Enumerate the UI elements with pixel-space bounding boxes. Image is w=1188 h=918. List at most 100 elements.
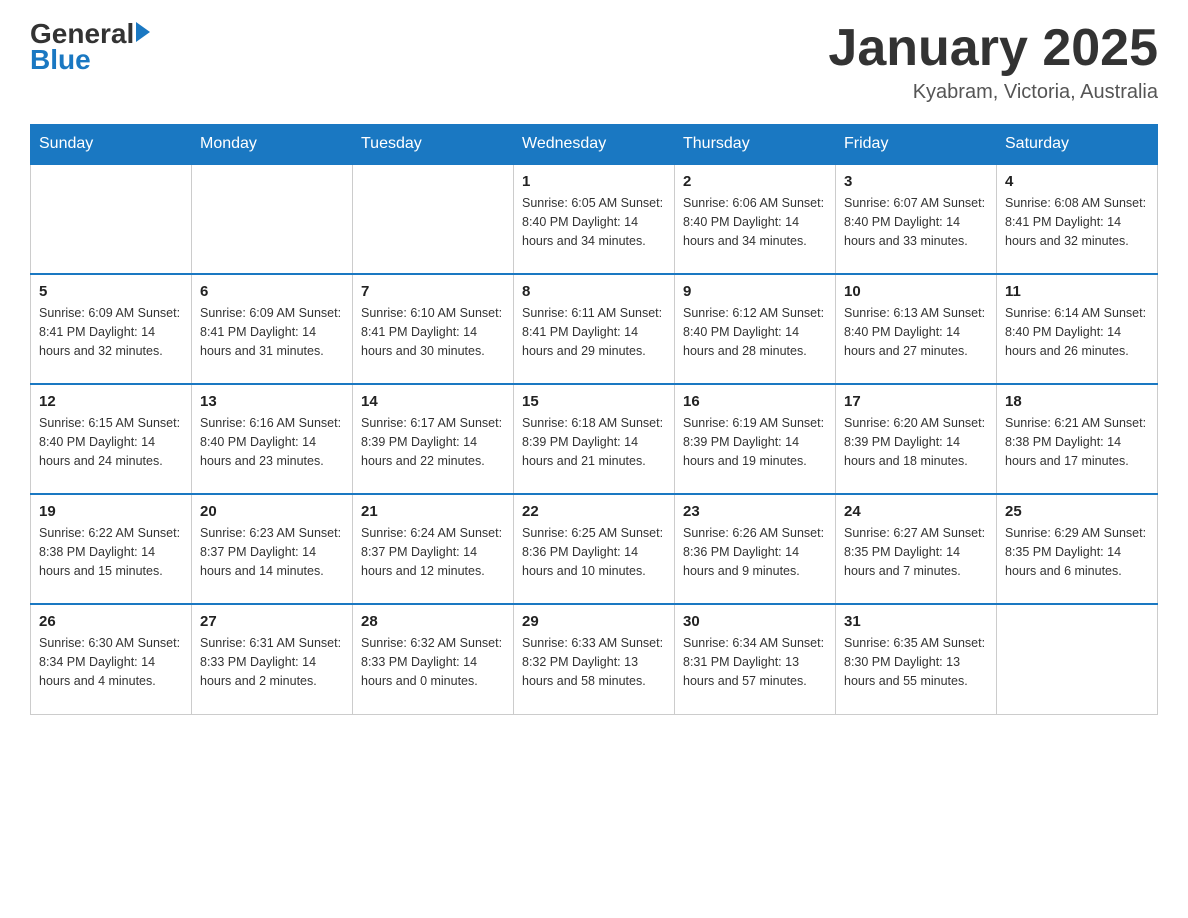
day-info: Sunrise: 6:18 AM Sunset: 8:39 PM Dayligh… [522, 414, 666, 470]
calendar-cell: 26 Sunrise: 6:30 AM Sunset: 8:34 PM Dayli… [31, 604, 192, 714]
day-info: Sunrise: 6:11 AM Sunset: 8:41 PM Dayligh… [522, 304, 666, 360]
day-number: 15 [522, 393, 666, 410]
page-header: General Blue January 2025 Kyabram, Victo… [30, 20, 1158, 104]
day-info: Sunrise: 6:23 AM Sunset: 8:37 PM Dayligh… [200, 524, 344, 580]
col-header-monday: Monday [192, 125, 353, 165]
title-section: January 2025 Kyabram, Victoria, Australi… [828, 20, 1158, 104]
day-number: 20 [200, 503, 344, 520]
day-number: 21 [361, 503, 505, 520]
day-number: 26 [39, 613, 183, 630]
day-number: 10 [844, 283, 988, 300]
day-number: 2 [683, 173, 827, 190]
day-info: Sunrise: 6:07 AM Sunset: 8:40 PM Dayligh… [844, 194, 988, 250]
day-number: 24 [844, 503, 988, 520]
week-row-4: 19 Sunrise: 6:22 AM Sunset: 8:38 PM Dayli… [31, 494, 1158, 604]
day-info: Sunrise: 6:22 AM Sunset: 8:38 PM Dayligh… [39, 524, 183, 580]
calendar-cell: 7 Sunrise: 6:10 AM Sunset: 8:41 PM Daylig… [353, 274, 514, 384]
col-header-saturday: Saturday [997, 125, 1158, 165]
logo-blue-text: Blue [30, 44, 91, 76]
calendar-cell: 4Sunrise: 6:08 AM Sunset: 8:41 PM Daylig… [997, 164, 1158, 274]
day-number: 4 [1005, 173, 1149, 190]
col-header-wednesday: Wednesday [514, 125, 675, 165]
calendar-cell: 19 Sunrise: 6:22 AM Sunset: 8:38 PM Dayli… [31, 494, 192, 604]
day-info: Sunrise: 6:33 AM Sunset: 8:32 PM Dayligh… [522, 634, 666, 690]
day-info: Sunrise: 6:31 AM Sunset: 8:33 PM Dayligh… [200, 634, 344, 690]
day-info: Sunrise: 6:27 AM Sunset: 8:35 PM Dayligh… [844, 524, 988, 580]
col-header-friday: Friday [836, 125, 997, 165]
month-title: January 2025 [828, 20, 1158, 77]
day-info: Sunrise: 6:10 AM Sunset: 8:41 PM Dayligh… [361, 304, 505, 360]
day-number: 6 [200, 283, 344, 300]
day-number: 13 [200, 393, 344, 410]
day-number: 23 [683, 503, 827, 520]
day-number: 29 [522, 613, 666, 630]
day-number: 3 [844, 173, 988, 190]
day-info: Sunrise: 6:12 AM Sunset: 8:40 PM Dayligh… [683, 304, 827, 360]
logo-arrow-icon [136, 22, 150, 42]
calendar-cell: 9Sunrise: 6:12 AM Sunset: 8:40 PM Daylig… [675, 274, 836, 384]
day-number: 30 [683, 613, 827, 630]
calendar-cell: 5 Sunrise: 6:09 AM Sunset: 8:41 PM Daylig… [31, 274, 192, 384]
calendar-cell: 31 Sunrise: 6:35 AM Sunset: 8:30 PM Dayli… [836, 604, 997, 714]
day-info: Sunrise: 6:30 AM Sunset: 8:34 PM Dayligh… [39, 634, 183, 690]
week-row-1: 1Sunrise: 6:05 AM Sunset: 8:40 PM Daylig… [31, 164, 1158, 274]
calendar-cell: 20 Sunrise: 6:23 AM Sunset: 8:37 PM Dayli… [192, 494, 353, 604]
calendar-cell: 17 Sunrise: 6:20 AM Sunset: 8:39 PM Dayli… [836, 384, 997, 494]
week-row-5: 26 Sunrise: 6:30 AM Sunset: 8:34 PM Dayli… [31, 604, 1158, 714]
col-header-sunday: Sunday [31, 125, 192, 165]
day-info: Sunrise: 6:09 AM Sunset: 8:41 PM Dayligh… [39, 304, 183, 360]
day-number: 22 [522, 503, 666, 520]
col-header-tuesday: Tuesday [353, 125, 514, 165]
day-info: Sunrise: 6:21 AM Sunset: 8:38 PM Dayligh… [1005, 414, 1149, 470]
day-info: Sunrise: 6:13 AM Sunset: 8:40 PM Dayligh… [844, 304, 988, 360]
calendar-cell: 23Sunrise: 6:26 AM Sunset: 8:36 PM Dayli… [675, 494, 836, 604]
day-info: Sunrise: 6:34 AM Sunset: 8:31 PM Dayligh… [683, 634, 827, 690]
day-number: 14 [361, 393, 505, 410]
calendar-cell [31, 164, 192, 274]
day-info: Sunrise: 6:32 AM Sunset: 8:33 PM Dayligh… [361, 634, 505, 690]
calendar-cell: 27 Sunrise: 6:31 AM Sunset: 8:33 PM Dayli… [192, 604, 353, 714]
day-number: 31 [844, 613, 988, 630]
calendar-cell [192, 164, 353, 274]
day-info: Sunrise: 6:05 AM Sunset: 8:40 PM Dayligh… [522, 194, 666, 250]
calendar-cell [997, 604, 1158, 714]
calendar-cell: 11Sunrise: 6:14 AM Sunset: 8:40 PM Dayli… [997, 274, 1158, 384]
calendar-cell: 12Sunrise: 6:15 AM Sunset: 8:40 PM Dayli… [31, 384, 192, 494]
calendar-cell: 22 Sunrise: 6:25 AM Sunset: 8:36 PM Dayli… [514, 494, 675, 604]
calendar-cell: 13 Sunrise: 6:16 AM Sunset: 8:40 PM Dayli… [192, 384, 353, 494]
calendar-cell: 16Sunrise: 6:19 AM Sunset: 8:39 PM Dayli… [675, 384, 836, 494]
day-number: 18 [1005, 393, 1149, 410]
week-row-2: 5 Sunrise: 6:09 AM Sunset: 8:41 PM Daylig… [31, 274, 1158, 384]
day-number: 7 [361, 283, 505, 300]
day-info: Sunrise: 6:09 AM Sunset: 8:41 PM Dayligh… [200, 304, 344, 360]
calendar-cell: 3 Sunrise: 6:07 AM Sunset: 8:40 PM Daylig… [836, 164, 997, 274]
calendar-cell: 25 Sunrise: 6:29 AM Sunset: 8:35 PM Dayli… [997, 494, 1158, 604]
day-number: 19 [39, 503, 183, 520]
day-info: Sunrise: 6:20 AM Sunset: 8:39 PM Dayligh… [844, 414, 988, 470]
day-info: Sunrise: 6:19 AM Sunset: 8:39 PM Dayligh… [683, 414, 827, 470]
day-number: 12 [39, 393, 183, 410]
day-info: Sunrise: 6:17 AM Sunset: 8:39 PM Dayligh… [361, 414, 505, 470]
calendar-cell: 14 Sunrise: 6:17 AM Sunset: 8:39 PM Dayli… [353, 384, 514, 494]
day-number: 27 [200, 613, 344, 630]
day-number: 28 [361, 613, 505, 630]
day-number: 25 [1005, 503, 1149, 520]
calendar-cell: 30 Sunrise: 6:34 AM Sunset: 8:31 PM Dayli… [675, 604, 836, 714]
day-number: 5 [39, 283, 183, 300]
day-info: Sunrise: 6:24 AM Sunset: 8:37 PM Dayligh… [361, 524, 505, 580]
day-number: 8 [522, 283, 666, 300]
calendar-cell: 2Sunrise: 6:06 AM Sunset: 8:40 PM Daylig… [675, 164, 836, 274]
day-info: Sunrise: 6:35 AM Sunset: 8:30 PM Dayligh… [844, 634, 988, 690]
day-info: Sunrise: 6:29 AM Sunset: 8:35 PM Dayligh… [1005, 524, 1149, 580]
col-header-thursday: Thursday [675, 125, 836, 165]
calendar-cell: 18 Sunrise: 6:21 AM Sunset: 8:38 PM Dayli… [997, 384, 1158, 494]
calendar-cell: 10 Sunrise: 6:13 AM Sunset: 8:40 PM Dayli… [836, 274, 997, 384]
day-info: Sunrise: 6:16 AM Sunset: 8:40 PM Dayligh… [200, 414, 344, 470]
calendar-cell: 21 Sunrise: 6:24 AM Sunset: 8:37 PM Dayli… [353, 494, 514, 604]
day-info: Sunrise: 6:25 AM Sunset: 8:36 PM Dayligh… [522, 524, 666, 580]
calendar-cell: 24 Sunrise: 6:27 AM Sunset: 8:35 PM Dayli… [836, 494, 997, 604]
day-number: 11 [1005, 283, 1149, 300]
day-number: 17 [844, 393, 988, 410]
logo: General Blue [30, 20, 150, 76]
calendar-table: SundayMondayTuesdayWednesdayThursdayFrid… [30, 124, 1158, 715]
